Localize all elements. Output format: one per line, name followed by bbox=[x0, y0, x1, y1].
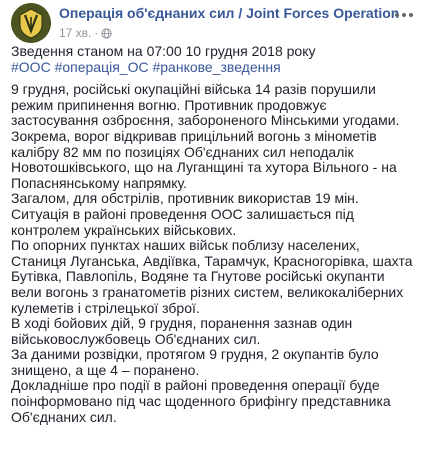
post-meta: 17 хв. · bbox=[59, 26, 113, 40]
more-dot bbox=[402, 13, 406, 17]
post-paragraph: Докладніше про події в районі проведення… bbox=[11, 377, 391, 425]
post-paragraph: За даними розвідки, протягом 9 грудня, 2… bbox=[11, 346, 379, 378]
post-paragraph: По опорних пунктах наших військ поблизу … bbox=[11, 237, 413, 316]
post-timestamp[interactable]: 17 хв. bbox=[59, 26, 91, 40]
post-body: Зведення станом на 07:00 10 грудня 2018 … bbox=[11, 43, 416, 425]
post-paragraph: Зокрема, ворог відкривав прицільний вого… bbox=[11, 127, 397, 191]
meta-separator: · bbox=[94, 26, 99, 40]
hashtag-operation[interactable]: #операція_ОС bbox=[55, 59, 149, 75]
joint-forces-emblem-icon bbox=[11, 3, 51, 43]
page-avatar[interactable] bbox=[11, 3, 51, 43]
more-dot bbox=[409, 13, 413, 17]
post-paragraph: Загалом, для обстрілів, противник викори… bbox=[11, 190, 359, 207]
post-title-line: Зведення станом на 07:00 10 грудня 2018 … bbox=[11, 43, 316, 59]
hashtag-morning-report[interactable]: #ранкове_зведення bbox=[152, 59, 280, 75]
post-paragraph: 9 грудня, російські окупаційні війська 1… bbox=[11, 81, 400, 129]
more-options-icon bbox=[395, 13, 399, 17]
post-paragraph: В ході бойових дій, 9 грудня, поранення … bbox=[11, 315, 353, 347]
facebook-post: Операція об'єднаних сил / Joint Forces O… bbox=[0, 0, 423, 449]
post-header: Операція об'єднаних сил / Joint Forces O… bbox=[0, 0, 423, 44]
page-name-link[interactable]: Операція об'єднаних сил / Joint Forces O… bbox=[59, 5, 399, 21]
hashtag-oos[interactable]: #ООС bbox=[11, 59, 51, 75]
hashtag-list: #ООС #операція_ОС #ранкове_зведення bbox=[11, 59, 416, 76]
more-options-button[interactable] bbox=[393, 8, 415, 22]
globe-icon[interactable] bbox=[101, 27, 113, 39]
post-paragraph: Ситуація в районі проведення ООС залишає… bbox=[11, 205, 354, 238]
